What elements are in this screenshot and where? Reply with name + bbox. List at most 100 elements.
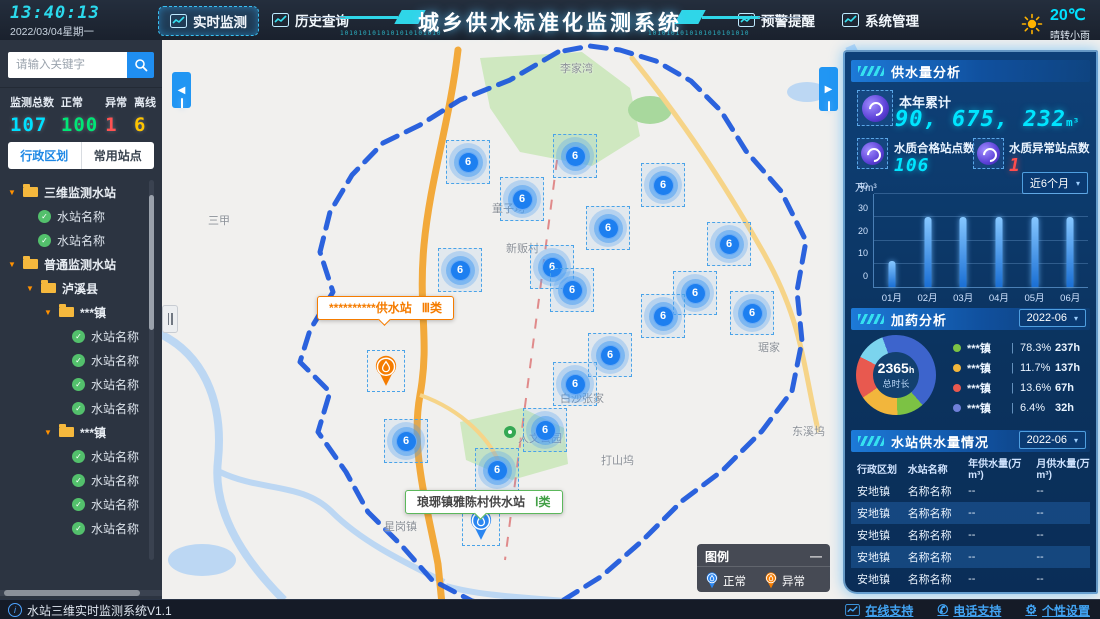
sun-icon xyxy=(1021,13,1043,35)
tree-station[interactable]: 水站名称 xyxy=(0,324,150,348)
station-status-icon xyxy=(72,498,85,511)
station-status-icon xyxy=(38,210,51,223)
tree-folder[interactable]: ▼三维监测水站 xyxy=(0,180,150,204)
cluster-marker[interactable]: 6 xyxy=(475,448,519,492)
dosing-legend-row: ***镇 | 78.3% 237h xyxy=(845,340,1096,356)
tree-folder[interactable]: ▼泸溪县 xyxy=(0,276,150,300)
cluster-marker[interactable]: 6 xyxy=(550,268,594,312)
yearly-total-value: 90, 675, 232m³ xyxy=(895,107,1079,132)
station-status-icon xyxy=(72,522,85,535)
station-status-icon xyxy=(72,402,85,415)
table-row[interactable]: 安地镇 名称名称 -- -- xyxy=(851,502,1090,524)
nav-alert-reminder[interactable]: 预警提醒 xyxy=(738,10,815,30)
nav-realtime-monitor[interactable]: 实时监测 xyxy=(158,6,259,36)
stat-total: 监测总数 107 xyxy=(10,94,54,136)
tree-station[interactable]: 水站名称 xyxy=(0,444,150,468)
personal-settings-link[interactable]: ⚙ 个性设置 xyxy=(1025,602,1090,619)
table-row[interactable]: 安地镇 名称名称 -- -- xyxy=(851,480,1090,502)
nav-label: 实时监测 xyxy=(193,11,247,31)
folder-icon xyxy=(59,427,74,437)
legend-title: 图例 xyxy=(705,548,729,565)
cluster-marker[interactable]: 6 xyxy=(500,177,544,221)
phone-support-link[interactable]: ✆ 电话支持 xyxy=(937,602,1001,619)
station-status-icon xyxy=(72,354,85,367)
collapse-left-panel-button[interactable]: ◀ xyxy=(172,72,191,108)
map-place-label: 李家湾 xyxy=(560,60,593,76)
stripes-icon xyxy=(858,314,884,324)
caret-down-icon[interactable]: ▼ xyxy=(8,260,17,269)
nav-system-management[interactable]: 系统管理 xyxy=(842,10,919,30)
legend-minimize-button[interactable]: — xyxy=(810,549,822,563)
table-row[interactable]: 安地镇 名称名称 -- -- xyxy=(851,524,1090,546)
search-button[interactable] xyxy=(127,52,154,78)
tree-folder[interactable]: ▼***镇 xyxy=(0,300,150,324)
station-marker-abnormal[interactable] xyxy=(367,350,405,392)
cluster-marker[interactable]: 6 xyxy=(438,248,482,292)
current-time: 13:40:13 xyxy=(10,3,100,23)
tab-admin-region[interactable]: 行政区划 xyxy=(8,142,81,169)
cluster-marker[interactable]: 6 xyxy=(553,362,597,406)
folder-icon xyxy=(59,307,74,317)
sidebar-horizontal-scrollbar[interactable] xyxy=(0,590,162,596)
station-stats: 监测总数 107 正常 100 异常 1 离线 6 xyxy=(10,94,156,136)
stripes-icon xyxy=(858,66,884,76)
tree-station[interactable]: 水站名称 xyxy=(0,468,150,492)
stat-value: 107 xyxy=(10,114,54,136)
chevron-left-icon: ◀ xyxy=(178,85,186,96)
cluster-marker[interactable]: 6 xyxy=(384,419,428,463)
table-row[interactable]: 安地镇 名称名称 -- -- xyxy=(851,568,1090,590)
online-support-link[interactable]: 在线支持 xyxy=(845,602,913,619)
tree-vertical-scrollbar[interactable] xyxy=(149,180,154,560)
stat-offline: 离线 6 xyxy=(134,94,156,136)
cluster-marker[interactable]: 6 xyxy=(641,294,685,338)
range-select-dropdown[interactable]: 近6个月 xyxy=(1022,172,1088,194)
caret-down-icon[interactable]: ▼ xyxy=(26,284,35,293)
cluster-marker[interactable]: 6 xyxy=(586,206,630,250)
map-place-label: 东溪坞 xyxy=(792,423,825,439)
nav-history-query[interactable]: 历史查询 xyxy=(272,10,349,30)
abnormal-stations-label: 水质异常站点数 xyxy=(1009,140,1090,156)
station-callout-normal[interactable]: 琅琊镇雅陈村供水站Ⅰ类 xyxy=(405,490,563,514)
right-analytics-panel: 供水量分析 本年累计 90, 675, 232m³ 水质合格站点数 106 水质… xyxy=(843,50,1098,594)
caret-down-icon[interactable]: ▼ xyxy=(44,428,53,437)
tree-station[interactable]: 水站名称 xyxy=(0,348,150,372)
cluster-marker[interactable]: 6 xyxy=(641,163,685,207)
supply-bar-chart: 010203040 01月02月03月04月05月06月 xyxy=(853,192,1090,304)
weather-temp: 20℃ xyxy=(1050,5,1090,25)
tree-station[interactable]: 水站名称 xyxy=(0,204,150,228)
collapse-right-panel-button[interactable]: ▶ xyxy=(819,67,838,111)
nav-label: 历史查询 xyxy=(295,10,349,30)
pass-stations-value: 106 xyxy=(894,155,930,176)
clock: 13:40:13 2022/03/04星期一 xyxy=(10,3,100,39)
tab-common-stations[interactable]: 常用站点 xyxy=(81,142,155,169)
cluster-marker[interactable]: 6 xyxy=(446,140,490,184)
folder-icon xyxy=(23,187,38,197)
caret-down-icon[interactable]: ▼ xyxy=(8,188,17,197)
tree-station[interactable]: 水站名称 xyxy=(0,396,150,420)
cluster-marker[interactable]: 6 xyxy=(553,134,597,178)
station-callout-abnormal[interactable]: **********供水站Ⅲ类 xyxy=(317,296,454,320)
search-input[interactable] xyxy=(8,52,127,78)
sidebar-tabs: 行政区划 常用站点 xyxy=(8,142,154,169)
sidebar-resize-handle[interactable] xyxy=(162,305,178,333)
bar-05月: 05月 xyxy=(1017,194,1053,287)
legend-label: 正常 xyxy=(723,573,746,589)
table-row[interactable]: 安地镇 名称名称 -- -- xyxy=(851,546,1090,568)
legend-item-normal: 正常 xyxy=(705,572,746,589)
tree-folder[interactable]: ▼普通监测水站 xyxy=(0,252,150,276)
section-title: 加药分析 xyxy=(891,310,947,329)
tree-station[interactable]: 水站名称 xyxy=(0,492,150,516)
gauge-icon xyxy=(973,138,1004,169)
tree-folder[interactable]: ▼***镇 xyxy=(0,420,150,444)
caret-down-icon[interactable]: ▼ xyxy=(44,308,53,317)
title-decor-line xyxy=(758,17,803,18)
tree-station[interactable]: 水站名称 xyxy=(0,372,150,396)
cluster-marker[interactable]: 6 xyxy=(523,408,567,452)
tree-station[interactable]: 水站名称 xyxy=(0,228,150,252)
stat-label: 异常 xyxy=(105,94,127,110)
tree-station[interactable]: 水站名称 xyxy=(0,516,150,540)
table-date-dropdown[interactable]: 2022-06 xyxy=(1019,431,1086,449)
cluster-marker[interactable]: 6 xyxy=(707,222,751,266)
dosing-date-dropdown[interactable]: 2022-06 xyxy=(1019,309,1086,327)
cluster-marker[interactable]: 6 xyxy=(730,291,774,335)
